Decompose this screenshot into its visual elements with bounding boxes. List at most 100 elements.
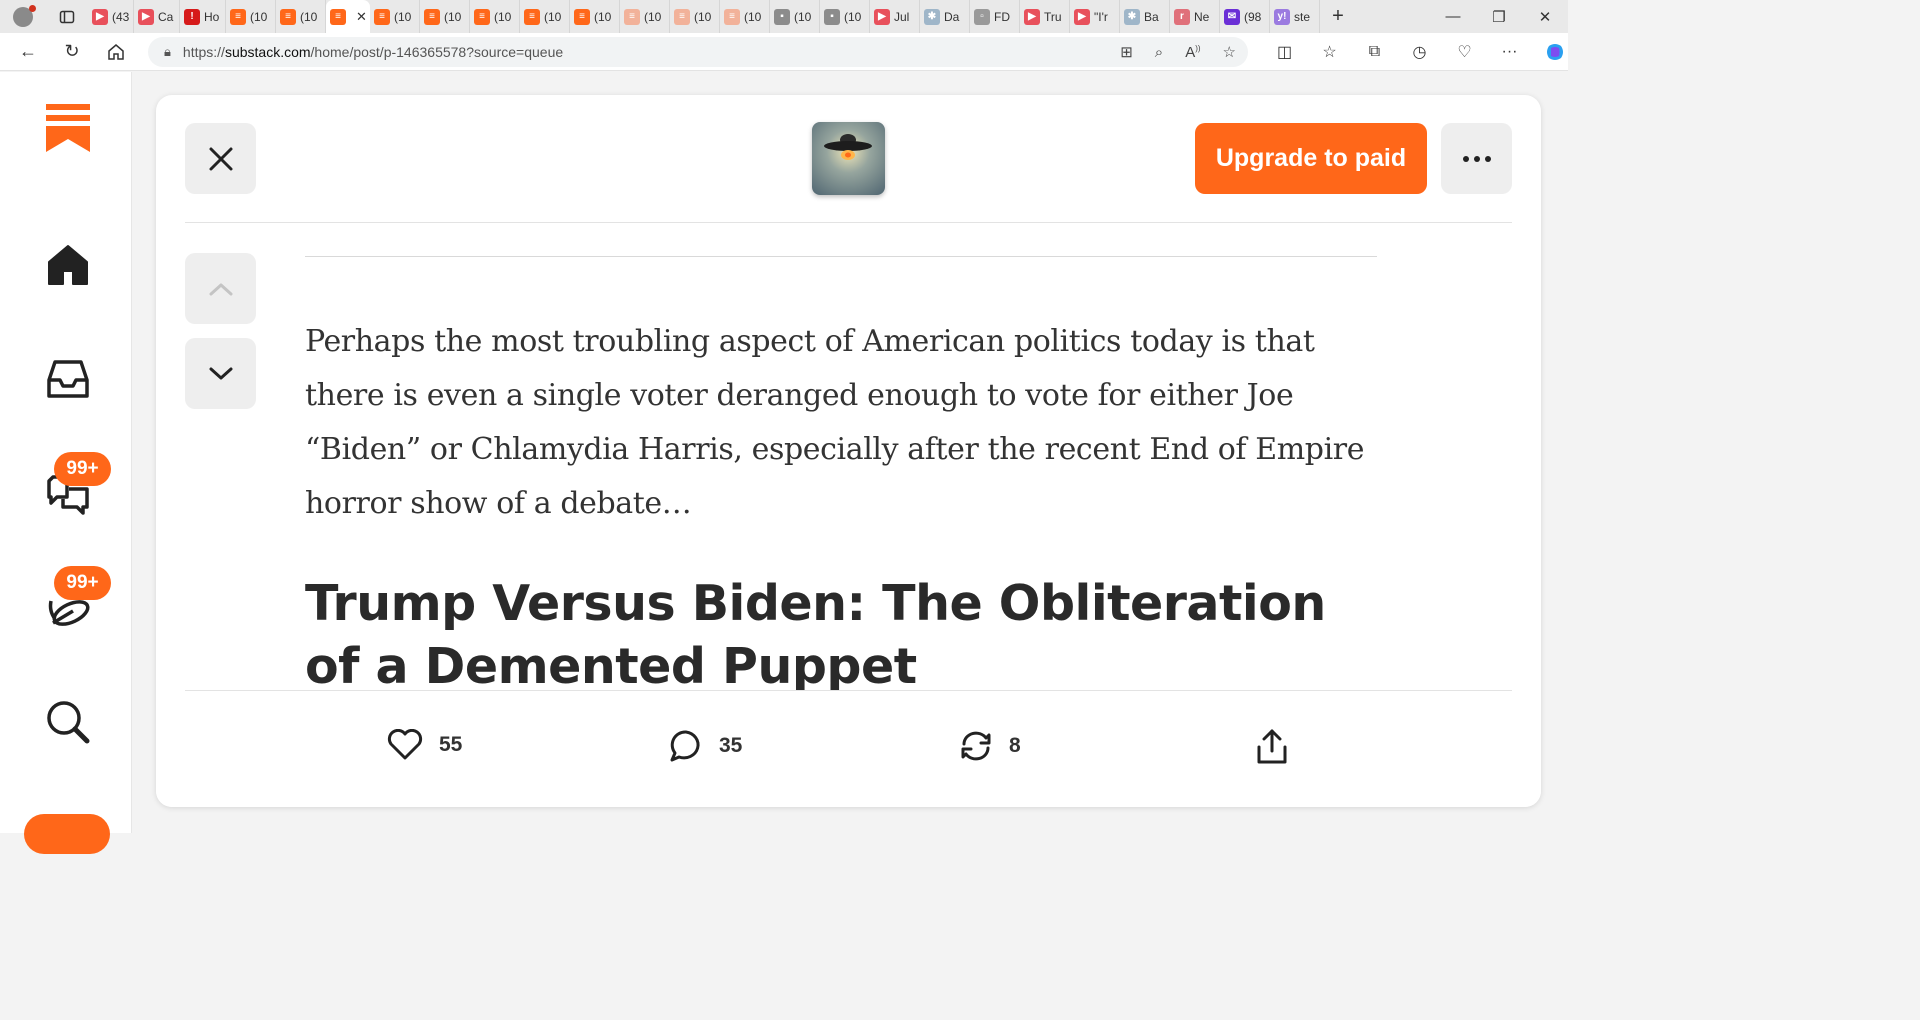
tab-favicon-icon: ✱ bbox=[924, 8, 940, 25]
nav-inbox[interactable] bbox=[40, 351, 96, 407]
browser-tab[interactable]: ! Ho bbox=[180, 0, 226, 33]
browser-tab-strip: ▶ (43 ▶ Ca! Ho ≡ (10 ≡ (10 ≡ ✕ ≡ (10 ≡ (10 ≡ (10 ≡ (10 ≡ (10… bbox=[0, 0, 1568, 33]
browser-tab[interactable]: ≡ (10 bbox=[470, 0, 520, 33]
browser-tab[interactable]: ✱ Ba bbox=[1120, 0, 1170, 33]
heart-icon bbox=[387, 729, 423, 760]
minimize-icon: — bbox=[1445, 8, 1461, 25]
tab-favicon-icon: ▶ bbox=[1074, 8, 1090, 25]
browser-tab[interactable]: ≡ (10 bbox=[370, 0, 420, 33]
minimize-button[interactable]: — bbox=[1430, 0, 1476, 33]
tab-actions-button[interactable] bbox=[46, 0, 88, 33]
tab-favicon-icon: ≡ bbox=[674, 8, 690, 25]
apps-icon[interactable]: ⊞ bbox=[1120, 43, 1133, 61]
nav-search[interactable] bbox=[40, 694, 96, 750]
browser-tab[interactable]: ≡ (10 bbox=[570, 0, 620, 33]
tab-list: ▶ (43 ▶ Ca! Ho ≡ (10 ≡ (10 ≡ ✕ ≡ (10 ≡ (10 ≡ (10 ≡ (10 ≡ (10… bbox=[88, 0, 1320, 33]
tab-actions-icon bbox=[59, 10, 75, 23]
browser-tab[interactable]: ▫ FD bbox=[970, 0, 1020, 33]
tab-title: Da bbox=[944, 9, 960, 24]
tab-favicon-icon: ≡ bbox=[424, 8, 440, 25]
tab-favicon-icon: y! bbox=[1274, 8, 1290, 25]
browser-tab[interactable]: ≡ ✕ bbox=[326, 0, 370, 33]
read-aloud-icon[interactable]: A)) bbox=[1185, 44, 1200, 61]
settings-more-button[interactable]: ··· bbox=[1487, 33, 1532, 71]
browser-tab[interactable]: ▪ (10 bbox=[820, 0, 870, 33]
browser-tab[interactable]: ▶ (43 bbox=[88, 0, 134, 33]
post-actions-bar: 55 35 8 bbox=[156, 691, 1541, 807]
close-window-button[interactable]: ✕ bbox=[1522, 0, 1568, 33]
restore-button[interactable]: ❐ bbox=[1476, 0, 1522, 33]
publication-logo[interactable] bbox=[812, 122, 885, 195]
history-button[interactable]: ◷ bbox=[1397, 33, 1442, 71]
url-host: substack.com bbox=[224, 44, 311, 60]
favorite-star-icon[interactable]: ☆ bbox=[1223, 43, 1236, 61]
upgrade-to-paid-button[interactable]: Upgrade to paid bbox=[1195, 123, 1427, 194]
close-tab-icon[interactable]: ✕ bbox=[356, 9, 367, 25]
more-options-button[interactable] bbox=[1441, 123, 1512, 194]
split-screen-button[interactable]: ◫ bbox=[1262, 33, 1307, 71]
browser-tab[interactable]: ✱ Da bbox=[920, 0, 970, 33]
tab-favicon-icon: ≡ bbox=[724, 8, 740, 25]
browser-tab[interactable]: ▪ (10 bbox=[770, 0, 820, 33]
copilot-icon bbox=[1546, 44, 1563, 60]
favorites-list-icon: ☆ bbox=[1322, 44, 1337, 61]
browser-tab[interactable]: ▶ Ca bbox=[134, 0, 180, 33]
tab-title: FD bbox=[994, 9, 1010, 24]
tab-title: Ba bbox=[1144, 9, 1159, 24]
browser-tab[interactable]: ≡ (10 bbox=[520, 0, 570, 33]
chevron-up-icon bbox=[209, 283, 232, 295]
browser-tab[interactable]: ≡ (10 bbox=[620, 0, 670, 33]
tab-favicon-icon: r bbox=[1174, 8, 1190, 25]
zoom-icon[interactable]: ⌕ bbox=[1155, 44, 1163, 61]
create-button[interactable] bbox=[24, 814, 110, 854]
content-divider bbox=[305, 256, 1377, 257]
tab-title: (10 bbox=[794, 9, 812, 24]
back-button[interactable]: ← bbox=[6, 33, 50, 71]
post-title[interactable]: Trump Versus Biden: The Obliteration of … bbox=[305, 572, 1395, 698]
previous-post-button[interactable] bbox=[185, 253, 256, 324]
tab-favicon-icon: ▶ bbox=[138, 8, 154, 25]
restore-icon: ❐ bbox=[1492, 8, 1506, 26]
restack-button[interactable]: 8 bbox=[959, 729, 1021, 763]
chat-badge: 99+ bbox=[54, 452, 111, 486]
new-tab-button[interactable]: + bbox=[1320, 0, 1356, 33]
browser-tab[interactable]: r Ne bbox=[1170, 0, 1220, 33]
home-button[interactable] bbox=[94, 33, 138, 71]
comment-button[interactable]: 35 bbox=[669, 729, 742, 763]
like-button[interactable]: 55 bbox=[387, 729, 462, 761]
close-post-button[interactable] bbox=[185, 123, 256, 194]
chevron-down-icon bbox=[209, 367, 232, 379]
header-divider bbox=[185, 222, 1512, 223]
performance-button[interactable]: ♡ bbox=[1442, 33, 1487, 71]
browser-toolbar: ← ↻ 🔒︎ https://substack.com/home/post/p-… bbox=[0, 33, 1568, 71]
browser-tab[interactable]: y! ste bbox=[1270, 0, 1320, 33]
nav-home[interactable] bbox=[40, 237, 96, 293]
browser-tab[interactable]: ≡ (10 bbox=[226, 0, 276, 33]
tab-title: Ho bbox=[204, 9, 220, 24]
address-bar[interactable]: 🔒︎ https://substack.com/home/post/p-1463… bbox=[148, 37, 1248, 67]
favorites-button[interactable]: ☆ bbox=[1307, 33, 1352, 71]
substack-logo[interactable] bbox=[40, 100, 96, 156]
browser-tab[interactable]: ≡ (10 bbox=[276, 0, 326, 33]
tab-title: ste bbox=[1294, 9, 1311, 24]
refresh-icon: ↻ bbox=[64, 41, 80, 61]
collections-button[interactable]: ⧉ bbox=[1352, 33, 1397, 71]
browser-tab[interactable]: ≡ (10 bbox=[420, 0, 470, 33]
tab-favicon-icon: ≡ bbox=[624, 8, 640, 25]
browser-tab[interactable]: ✉ (98 bbox=[1220, 0, 1270, 33]
share-button[interactable] bbox=[1255, 729, 1289, 765]
tab-favicon-icon: ≡ bbox=[574, 8, 590, 25]
tab-favicon-icon: ▪ bbox=[774, 8, 790, 25]
profile-button[interactable] bbox=[0, 0, 46, 33]
next-post-button[interactable] bbox=[185, 338, 256, 409]
browser-tab[interactable]: ▶ "I'r bbox=[1070, 0, 1120, 33]
refresh-button[interactable]: ↻ bbox=[50, 33, 94, 71]
browser-tab[interactable]: ≡ (10 bbox=[720, 0, 770, 33]
browser-tab[interactable]: ▶ Jul bbox=[870, 0, 920, 33]
browser-tab[interactable]: ▶ Tru bbox=[1020, 0, 1070, 33]
tab-favicon-icon: ≡ bbox=[280, 8, 296, 25]
tab-favicon-icon: ✱ bbox=[1124, 8, 1140, 25]
copilot-button[interactable] bbox=[1532, 33, 1577, 71]
browser-tab[interactable]: ≡ (10 bbox=[670, 0, 720, 33]
split-screen-icon: ◫ bbox=[1276, 44, 1293, 61]
